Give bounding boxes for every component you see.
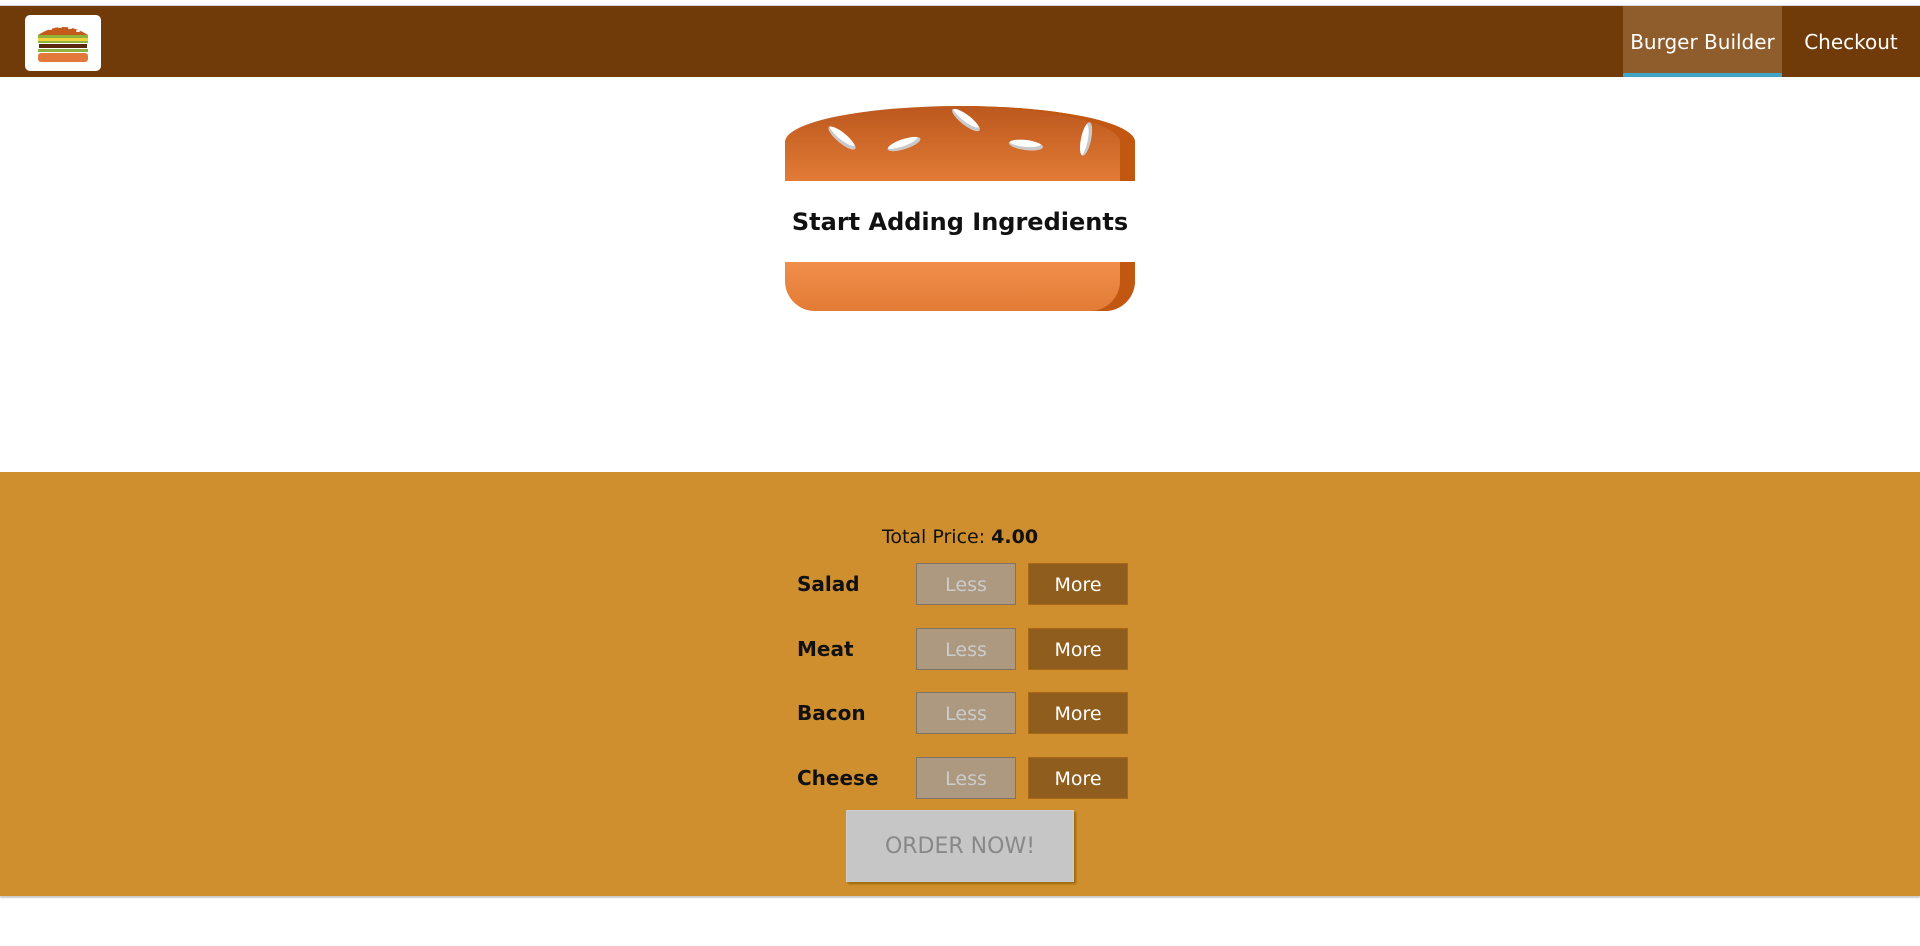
bacon-less-button[interactable]: Less — [916, 692, 1016, 734]
meat-less-button[interactable]: Less — [916, 628, 1016, 670]
ingredient-row-bacon: Bacon Less More — [797, 692, 1129, 734]
nav-checkout[interactable]: Checkout — [1782, 6, 1920, 77]
sesame-seed — [949, 106, 983, 135]
burger-logo-icon — [38, 26, 88, 62]
ingredient-label: Cheese — [797, 766, 879, 790]
ingredient-row-meat: Meat Less More — [797, 628, 1129, 670]
bread-bottom — [785, 262, 1135, 311]
sesame-seed — [1008, 137, 1044, 153]
burger-empty-message: Start Adding Ingredients — [791, 207, 1129, 236]
salad-less-button[interactable]: Less — [916, 563, 1016, 605]
sesame-seed — [1077, 121, 1095, 157]
total-price-value: 4.00 — [991, 526, 1039, 548]
logo[interactable] — [25, 15, 101, 71]
ingredient-row-salad: Salad Less More — [797, 563, 1129, 605]
bacon-more-button[interactable]: More — [1028, 692, 1128, 734]
ingredient-label: Meat — [797, 637, 854, 661]
total-price-label: Total Price: — [881, 526, 986, 548]
order-now-button[interactable]: ORDER NOW! — [846, 810, 1074, 882]
meat-more-button[interactable]: More — [1028, 628, 1128, 670]
cheese-less-button[interactable]: Less — [916, 757, 1016, 799]
total-price: Total Price: 4.00 — [0, 526, 1920, 548]
ingredient-label: Bacon — [797, 701, 866, 725]
ingredient-label: Salad — [797, 572, 860, 596]
salad-more-button[interactable]: More — [1028, 563, 1128, 605]
sesame-seed — [825, 123, 859, 153]
cheese-more-button[interactable]: More — [1028, 757, 1128, 799]
sesame-seed — [886, 133, 922, 155]
nav-burger-builder[interactable]: Burger Builder — [1623, 6, 1782, 77]
toolbar: Burger Builder Checkout — [0, 6, 1920, 77]
main-nav: Burger Builder Checkout — [1623, 6, 1920, 77]
burger-preview: Start Adding Ingredients — [785, 106, 1135, 311]
build-controls: Total Price: 4.00 Salad Less More Meat L… — [0, 472, 1920, 896]
bread-top — [785, 106, 1135, 181]
ingredient-row-cheese: Cheese Less More — [797, 757, 1129, 799]
